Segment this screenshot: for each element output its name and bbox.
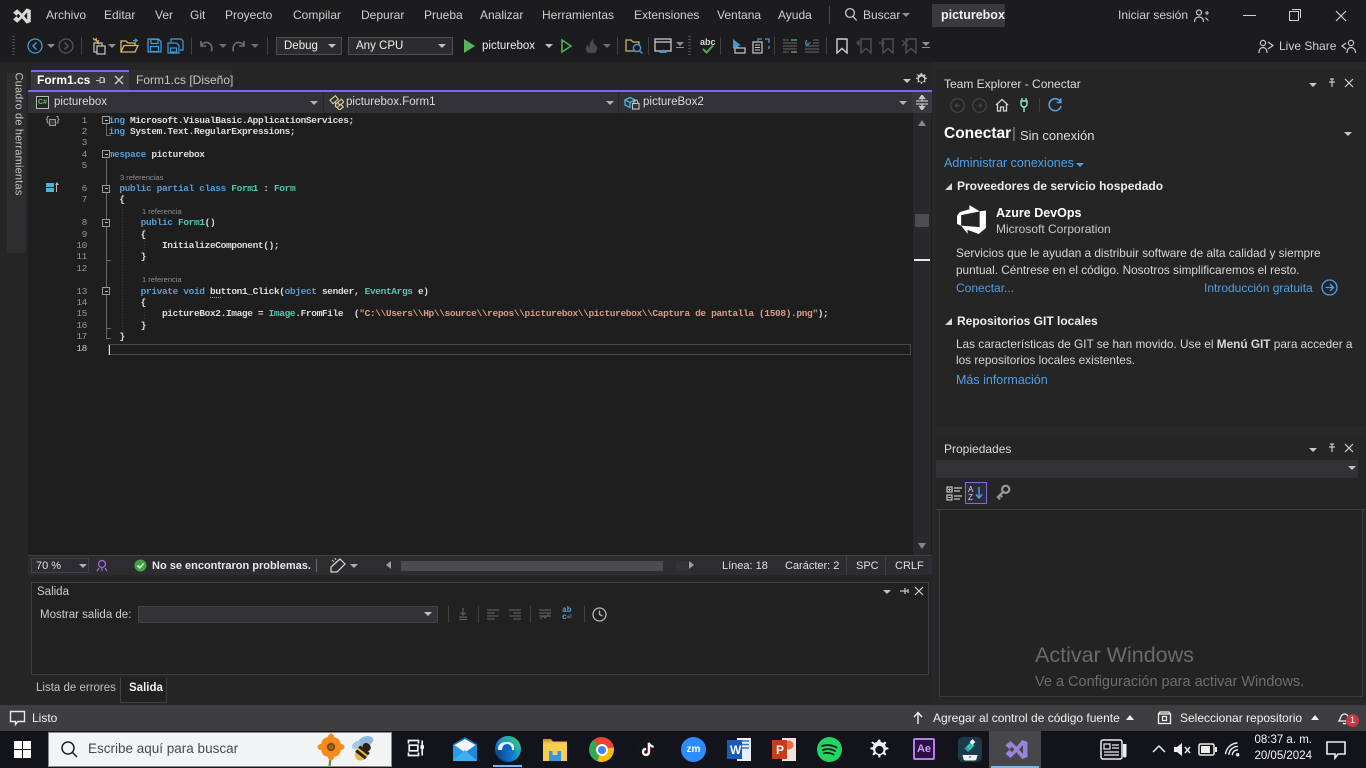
svg-text:W: W: [730, 743, 742, 757]
svg-text:P: P: [776, 743, 784, 757]
svg-text:Z: Z: [968, 493, 973, 501]
